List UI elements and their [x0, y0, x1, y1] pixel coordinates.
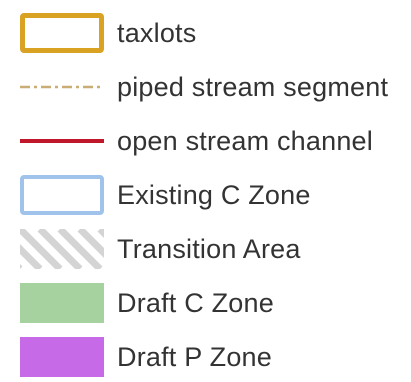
legend-item-taxlots: taxlots	[0, 8, 411, 58]
taxlots-symbol	[20, 13, 104, 53]
legend-item-piped-stream-segment: piped stream segment	[0, 62, 411, 112]
transition-area-symbol	[20, 229, 104, 269]
map-legend: taxlots piped stream segment open stream…	[0, 0, 411, 377]
legend-label-existing-c-zone: Existing C Zone	[117, 180, 311, 210]
legend-label-transition-area: Transition Area	[117, 234, 301, 264]
legend-item-existing-c-zone: Existing C Zone	[0, 170, 411, 220]
open-stream-channel-symbol	[20, 121, 104, 161]
legend-label-draft-c-zone: Draft C Zone	[117, 288, 274, 318]
existing-c-zone-symbol	[20, 175, 104, 215]
legend-label-piped-stream-segment: piped stream segment	[117, 72, 389, 102]
legend-label-taxlots: taxlots	[117, 18, 197, 48]
legend-label-open-stream-channel: open stream channel	[117, 126, 373, 156]
legend-item-transition-area: Transition Area	[0, 224, 411, 274]
legend-item-open-stream-channel: open stream channel	[0, 116, 411, 166]
draft-p-zone-symbol	[20, 337, 104, 377]
piped-stream-segment-symbol	[20, 67, 104, 107]
legend-item-draft-c-zone: Draft C Zone	[0, 278, 411, 328]
legend-label-draft-p-zone: Draft P Zone	[117, 342, 272, 372]
draft-c-zone-symbol	[20, 283, 104, 323]
legend-item-draft-p-zone: Draft P Zone	[0, 332, 411, 382]
